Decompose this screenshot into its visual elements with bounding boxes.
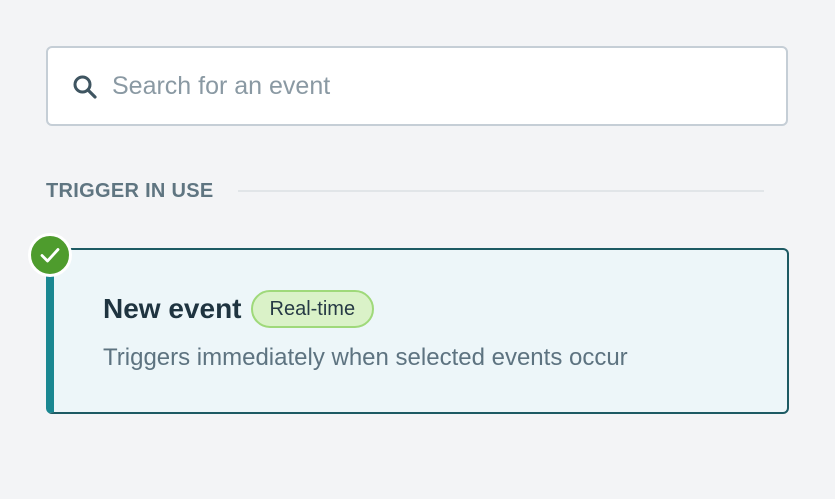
trigger-description: Triggers immediately when selected event… bbox=[103, 344, 628, 371]
check-circle-icon bbox=[28, 233, 72, 277]
trigger-title-row: New event Real-time bbox=[103, 290, 375, 328]
section-title: TRIGGER IN USE bbox=[46, 179, 214, 202]
search-box[interactable] bbox=[46, 46, 788, 126]
realtime-badge: Real-time bbox=[250, 290, 375, 328]
section-divider bbox=[237, 190, 764, 192]
section-header: TRIGGER IN USE bbox=[46, 176, 764, 206]
trigger-title: New event bbox=[103, 293, 242, 324]
search-icon bbox=[72, 74, 98, 100]
trigger-card[interactable]: New event Real-time Triggers immediately… bbox=[46, 248, 789, 414]
search-input[interactable] bbox=[112, 48, 772, 124]
